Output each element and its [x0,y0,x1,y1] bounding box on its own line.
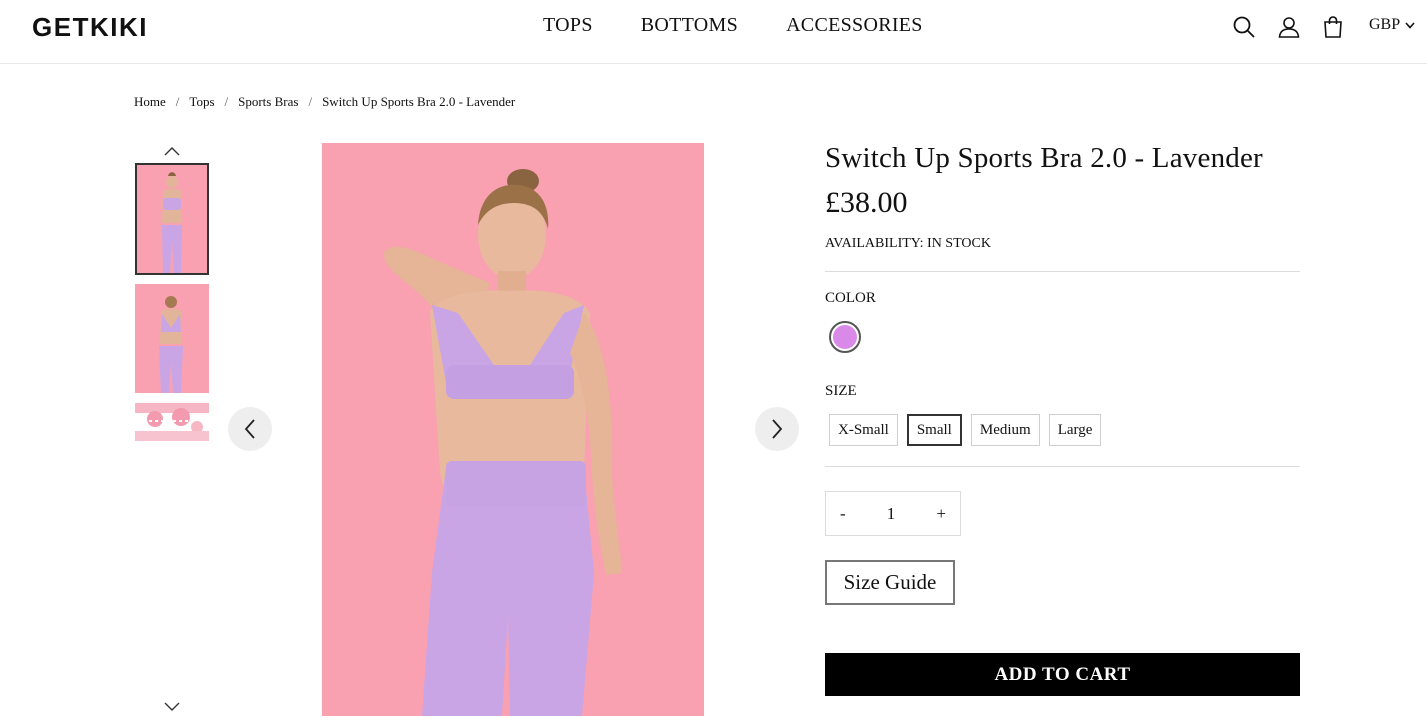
size-x-small-button[interactable]: X-Small [829,414,898,446]
chevron-right-icon [772,419,783,439]
thumbnail-detail[interactable] [135,403,209,441]
qty-decrease-button[interactable]: - [840,504,846,524]
cart-icon[interactable] [1321,15,1345,39]
currency-selector[interactable]: GBP [1369,16,1415,34]
carousel-prev-button[interactable] [228,407,272,451]
product-price: £38.00 [825,186,908,219]
breadcrumb: Home / Tops / Sports Bras / Switch Up Sp… [134,94,515,110]
add-to-cart-button[interactable]: ADD TO CART [825,653,1300,696]
breadcrumb-separator: / [175,94,180,109]
breadcrumb-sports-bras[interactable]: Sports Bras [238,94,298,110]
thumbnails-up-arrow[interactable] [162,144,182,158]
account-icon[interactable] [1277,15,1301,39]
nav-accessories[interactable]: ACCESSORIES [786,14,923,37]
chevron-down-icon [164,702,180,711]
chevron-up-icon [164,147,180,156]
chevron-left-icon [244,419,255,439]
quantity-stepper: - 1 + [825,491,961,536]
thumbnails-down-arrow[interactable] [162,700,182,714]
nav-tops[interactable]: TOPS [543,14,593,37]
divider [825,271,1300,272]
size-options: X-Small Small Medium Large [829,414,1102,446]
size-large-button[interactable]: Large [1048,414,1102,446]
breadcrumb-separator: / [224,94,229,109]
qty-increase-button[interactable]: + [936,504,946,524]
main-nav: TOPS BOTTOMS ACCESSORIES [543,14,923,37]
thumbnail-back[interactable] [135,284,209,393]
main-product-image[interactable] [322,143,704,716]
color-swatch-lavender[interactable] [829,321,861,353]
product-title: Switch Up Sports Bra 2.0 - Lavender [825,142,1263,174]
color-label: COLOR [825,290,876,306]
nav-bottoms[interactable]: BOTTOMS [641,14,738,37]
divider [825,466,1300,467]
site-header: GETKIKI TOPS BOTTOMS ACCESSORIES GBP [0,0,1427,64]
swatch-fill [833,325,857,349]
breadcrumb-tops[interactable]: Tops [189,94,214,110]
search-icon[interactable] [1232,15,1256,39]
currency-label: GBP [1369,16,1401,33]
size-guide-button[interactable]: Size Guide [825,560,955,605]
size-small-button[interactable]: Small [906,414,962,446]
breadcrumb-separator: / [308,94,313,109]
chevron-down-icon [1405,21,1415,29]
thumbnail-front[interactable] [135,163,209,275]
site-logo[interactable]: GETKIKI [32,12,148,43]
availability-status: AVAILABILITY: IN STOCK [825,236,991,251]
carousel-next-button[interactable] [755,407,799,451]
size-medium-button[interactable]: Medium [970,414,1040,446]
size-label: SIZE [825,383,857,399]
breadcrumb-current: Switch Up Sports Bra 2.0 - Lavender [322,94,516,109]
qty-value[interactable]: 1 [887,504,896,524]
breadcrumb-home[interactable]: Home [134,94,166,110]
